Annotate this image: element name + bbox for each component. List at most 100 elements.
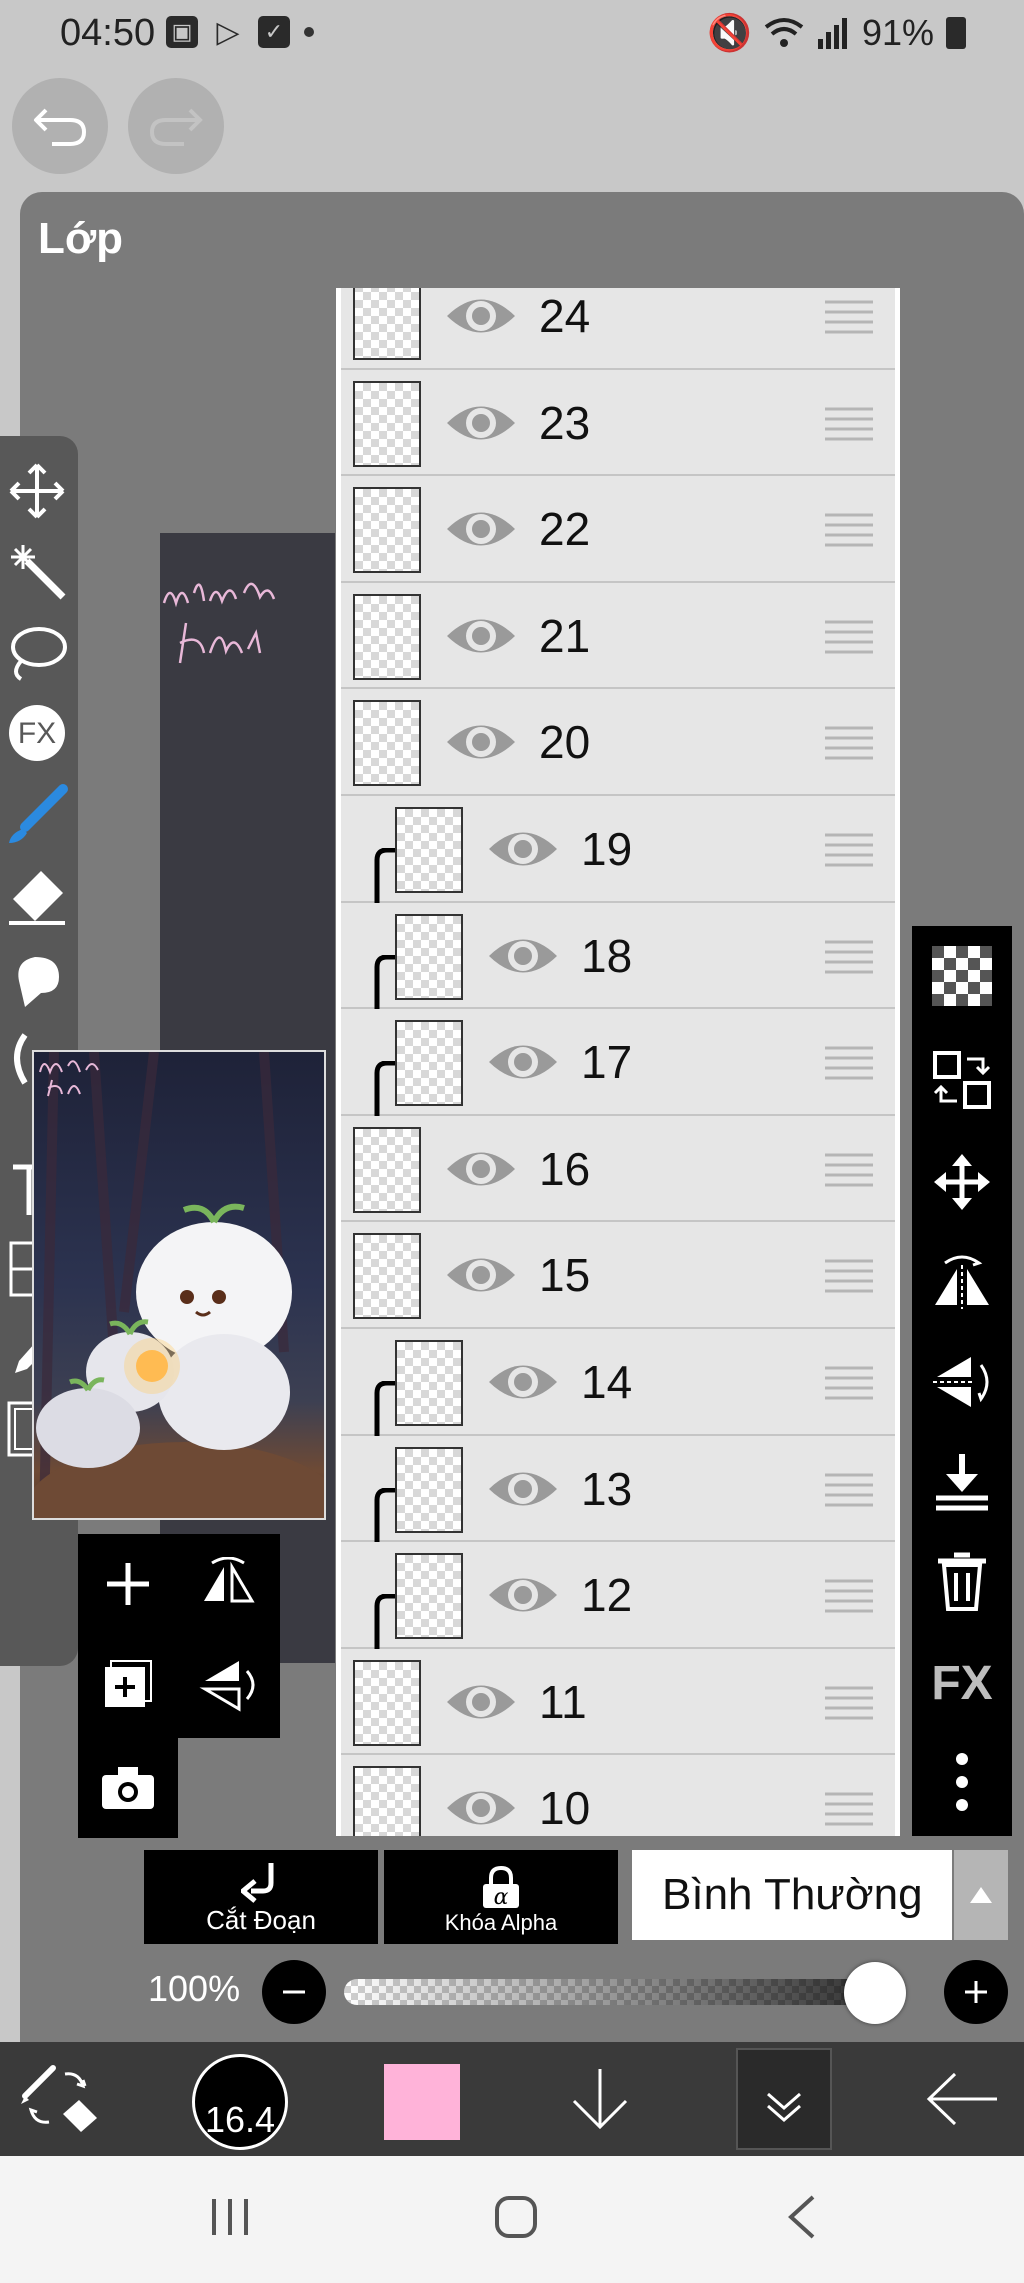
- drag-handle-icon[interactable]: [823, 723, 875, 763]
- layer-row[interactable]: 11: [341, 1648, 895, 1756]
- layer-thumbnail[interactable]: [395, 1553, 463, 1640]
- layer-thumbnail[interactable]: [395, 913, 463, 1000]
- drag-handle-icon[interactable]: [823, 1470, 875, 1510]
- layer-row[interactable]: 12: [341, 1542, 895, 1689]
- visibility-eye-icon[interactable]: [445, 1248, 517, 1302]
- move-tool[interactable]: [4, 458, 70, 524]
- opacity-slider[interactable]: [344, 1979, 904, 2005]
- layer-row[interactable]: 17: [341, 1009, 895, 1156]
- visibility-eye-icon[interactable]: [445, 1142, 517, 1196]
- transparent-layer-button[interactable]: [926, 940, 998, 1012]
- layer-row[interactable]: 15: [341, 1222, 895, 1329]
- visibility-eye-icon[interactable]: [445, 1675, 517, 1729]
- layer-thumbnail[interactable]: [353, 1659, 421, 1746]
- visibility-eye-icon[interactable]: [445, 502, 517, 556]
- smudge-tool[interactable]: [4, 946, 70, 1012]
- layer-thumbnail[interactable]: [353, 1766, 421, 1836]
- visibility-eye-icon[interactable]: [487, 1568, 559, 1622]
- brush-eraser-toggle[interactable]: [14, 2042, 104, 2156]
- layer-thumbnail[interactable]: [395, 1446, 463, 1533]
- flip-layer-horizontal-button[interactable]: [926, 1246, 998, 1318]
- layer-fx-button[interactable]: FX: [926, 1646, 998, 1718]
- layer-thumbnail[interactable]: [395, 1339, 463, 1426]
- visibility-eye-icon[interactable]: [487, 822, 559, 876]
- layer-thumbnail[interactable]: [353, 700, 421, 787]
- merge-down-button[interactable]: [926, 1446, 998, 1518]
- flip-layer-vertical-button[interactable]: [926, 1346, 998, 1418]
- layer-row[interactable]: 10: [341, 1755, 895, 1836]
- layer-thumbnail[interactable]: [353, 1126, 421, 1213]
- drag-handle-icon[interactable]: [823, 1683, 875, 1723]
- layer-row[interactable]: 16: [341, 1115, 895, 1223]
- drag-handle-icon[interactable]: [823, 1576, 875, 1616]
- drag-handle-icon[interactable]: [823, 1789, 875, 1829]
- delete-layer-button[interactable]: [926, 1546, 998, 1618]
- blend-mode-dropdown[interactable]: [954, 1850, 1008, 1940]
- visibility-eye-icon[interactable]: [487, 929, 559, 983]
- layer-thumbnail[interactable]: [353, 593, 421, 680]
- drag-handle-icon[interactable]: [823, 830, 875, 870]
- layer-row[interactable]: 23: [341, 369, 895, 477]
- current-color-swatch[interactable]: [384, 2064, 460, 2140]
- visibility-eye-icon[interactable]: [487, 1355, 559, 1409]
- duplicate-layer-button[interactable]: [88, 1644, 168, 1724]
- opacity-increase-button[interactable]: [944, 1960, 1008, 2024]
- visibility-eye-icon[interactable]: [445, 396, 517, 450]
- visibility-eye-icon[interactable]: [487, 1035, 559, 1089]
- layer-thumbnail[interactable]: [395, 1020, 463, 1107]
- back-button[interactable]: [912, 2042, 1012, 2156]
- layer-row[interactable]: 19: [341, 795, 895, 942]
- collapse-panel-button[interactable]: [736, 2048, 832, 2150]
- add-layer-button[interactable]: [88, 1544, 168, 1624]
- layer-thumbnail[interactable]: [353, 380, 421, 467]
- drag-handle-icon[interactable]: [823, 1363, 875, 1403]
- blend-mode-select[interactable]: Bình Thường: [632, 1850, 952, 1940]
- visibility-eye-icon[interactable]: [445, 1781, 517, 1835]
- brush-size-button[interactable]: 16.4: [192, 2054, 288, 2150]
- layer-down-button[interactable]: [560, 2042, 640, 2156]
- layer-thumbnail[interactable]: [395, 806, 463, 893]
- recent-apps-button[interactable]: [190, 2182, 270, 2252]
- camera-import-button[interactable]: [88, 1748, 168, 1828]
- more-options-button[interactable]: [926, 1746, 998, 1818]
- undo-button[interactable]: [12, 78, 108, 174]
- eraser-tool[interactable]: [4, 864, 70, 930]
- drag-handle-icon[interactable]: [823, 510, 875, 550]
- layer-row[interactable]: 22: [341, 476, 895, 583]
- brush-tool[interactable]: [4, 782, 70, 848]
- alpha-lock-button[interactable]: α Khóa Alpha: [384, 1850, 618, 1944]
- drag-handle-icon[interactable]: [823, 404, 875, 444]
- flip-horizontal-layer-button[interactable]: [188, 1544, 268, 1624]
- layer-row[interactable]: 20: [341, 689, 895, 796]
- visibility-eye-icon[interactable]: [445, 609, 517, 663]
- layer-row[interactable]: 13: [341, 1435, 895, 1582]
- drag-handle-icon[interactable]: [823, 617, 875, 657]
- drag-handle-icon[interactable]: [823, 1043, 875, 1083]
- swap-layer-button[interactable]: [926, 1044, 998, 1116]
- magic-wand-tool[interactable]: [4, 538, 70, 604]
- drag-handle-icon[interactable]: [823, 1256, 875, 1296]
- drag-handle-icon[interactable]: [823, 1150, 875, 1190]
- layer-row[interactable]: 21: [341, 582, 895, 690]
- opacity-slider-handle[interactable]: [844, 1962, 906, 2024]
- opacity-decrease-button[interactable]: [262, 1960, 326, 2024]
- fx-tool[interactable]: FX: [4, 700, 70, 766]
- redo-button[interactable]: [128, 78, 224, 174]
- move-layer-button[interactable]: [926, 1146, 998, 1218]
- flip-vertical-layer-button[interactable]: [188, 1644, 268, 1724]
- visibility-eye-icon[interactable]: [487, 1462, 559, 1516]
- layer-row[interactable]: 14: [341, 1328, 895, 1475]
- drag-handle-icon[interactable]: [823, 937, 875, 977]
- layer-row[interactable]: 18: [341, 902, 895, 1049]
- visibility-eye-icon[interactable]: [445, 715, 517, 769]
- visibility-eye-icon[interactable]: [445, 289, 517, 343]
- layer-thumbnail[interactable]: [353, 288, 421, 360]
- drag-handle-icon[interactable]: [823, 297, 875, 337]
- layer-thumbnail[interactable]: [353, 487, 421, 574]
- layer-list[interactable]: 24 23 22 21 20 19 18 17 16 15 14 13 12 11 10: [336, 288, 900, 1836]
- clipping-button[interactable]: Cắt Đoạn: [144, 1850, 378, 1944]
- system-back-button[interactable]: [762, 2182, 842, 2252]
- layer-row[interactable]: 24: [341, 288, 895, 370]
- lasso-tool[interactable]: [4, 620, 70, 686]
- home-button[interactable]: [476, 2182, 556, 2252]
